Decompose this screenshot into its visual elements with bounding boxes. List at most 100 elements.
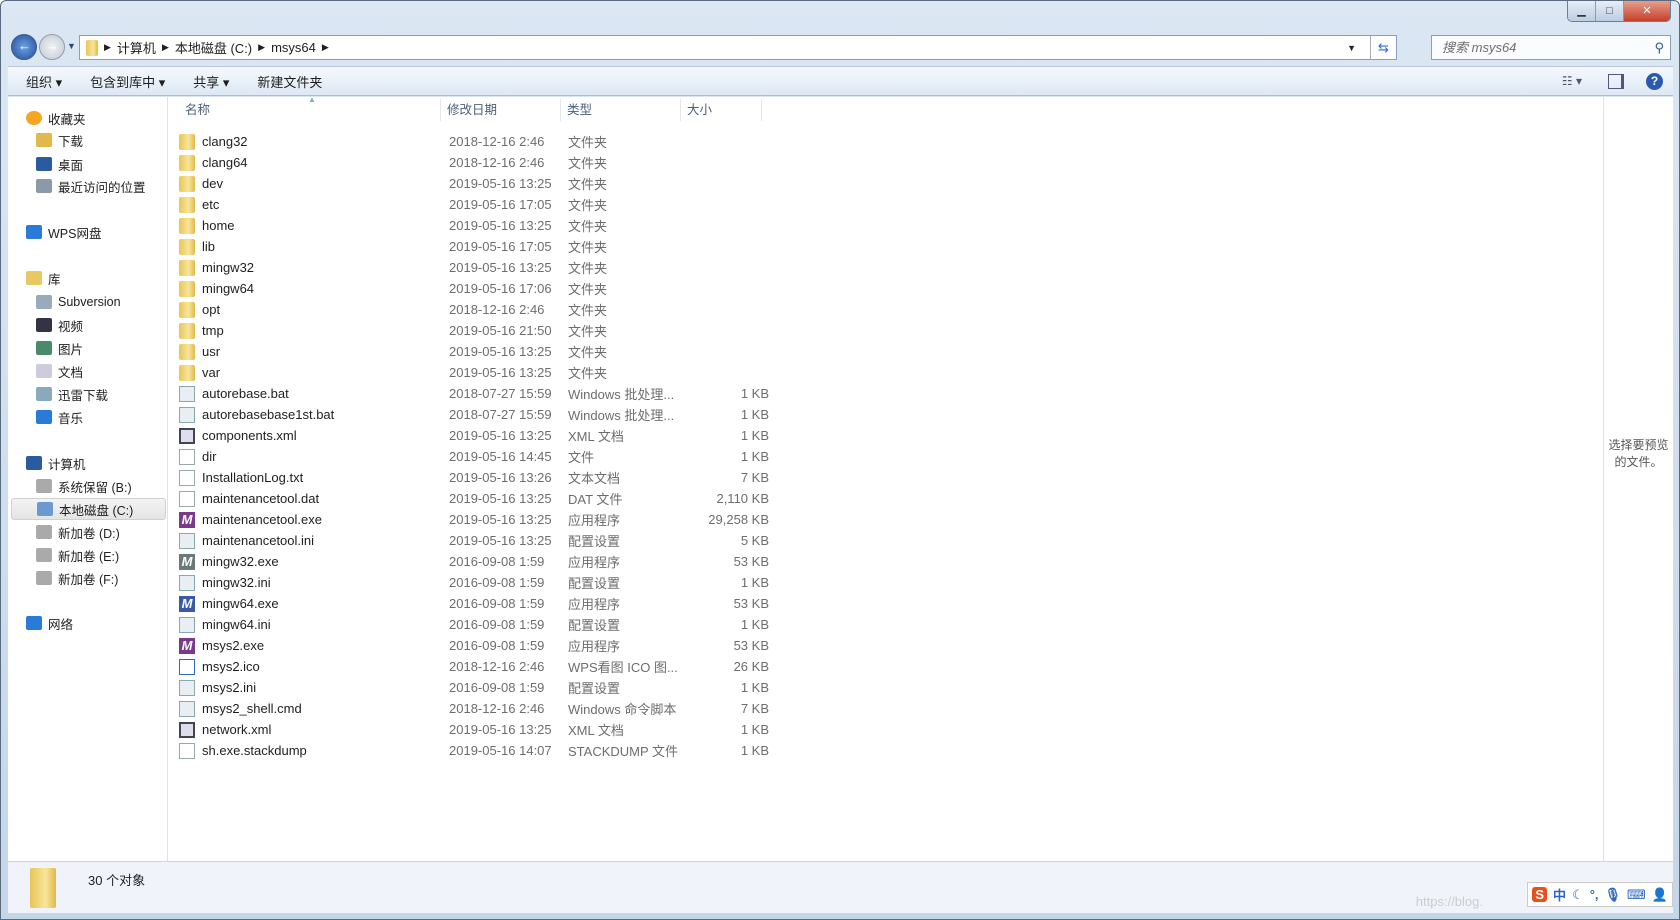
address-bar[interactable]: ▶ 计算机 ▶ 本地磁盘 (C:) ▶ msys64 ▶ ▼ ⇆ [79, 35, 1397, 60]
sidebar-item[interactable]: 新加卷 (E:) [36, 544, 119, 566]
file-row[interactable]: Mmsys2.exe 2016-09-08 1:59 应用程序 53 KB [179, 635, 769, 656]
punctuation-icon[interactable]: °, [1590, 887, 1599, 902]
file-row[interactable]: mingw32 2019-05-16 13:25 文件夹 [179, 257, 769, 278]
include-in-library-button[interactable]: 包含到库中 ▾ [90, 72, 165, 91]
file-row[interactable]: var 2019-05-16 13:25 文件夹 [179, 362, 769, 383]
back-button[interactable]: ← [11, 34, 37, 60]
file-row[interactable]: network.xml 2019-05-16 13:25 XML 文档 1 KB [179, 719, 769, 740]
file-row[interactable]: maintenancetool.ini 2019-05-16 13:25 配置设置 5… [179, 530, 769, 551]
sidebar-item[interactable]: 新加卷 (D:) [36, 521, 120, 543]
file-row[interactable]: components.xml 2019-05-16 13:25 XML 文档 1 KB [179, 425, 769, 446]
file-row[interactable]: home 2019-05-16 13:25 文件夹 [179, 215, 769, 236]
text-file-icon [179, 469, 195, 486]
file-row[interactable]: usr 2019-05-16 13:25 文件夹 [179, 341, 769, 362]
column-header-type[interactable]: 类型 [561, 99, 681, 121]
breadcrumb-drive-c[interactable]: 本地磁盘 (C:) [175, 38, 252, 57]
sidebar-item[interactable]: 本地磁盘 (C:) [11, 498, 166, 520]
share-button[interactable]: 共享 ▾ [193, 72, 229, 91]
breadcrumb-computer[interactable]: 计算机 [117, 38, 156, 57]
file-row[interactable]: Mmingw32.exe 2016-09-08 1:59 应用程序 53 KB [179, 551, 769, 572]
minimize-button[interactable]: ▁ [1568, 1, 1596, 21]
breadcrumb-msys64[interactable]: msys64 [271, 40, 316, 55]
sidebar-item[interactable]: 文档 [36, 360, 83, 382]
file-row[interactable]: maintenancetool.dat 2019-05-16 13:25 DAT 文… [179, 488, 769, 509]
file-size: 1 KB [740, 680, 769, 695]
sidebar-item[interactable]: 最近访问的位置 [36, 175, 146, 197]
file-type: 配置设置 [568, 681, 621, 696]
file-row[interactable]: dir 2019-05-16 14:45 文件 1 KB [179, 446, 769, 467]
sidebar-item[interactable]: 系统保留 (B:) [36, 475, 132, 497]
refresh-icon[interactable]: ⇆ [1370, 36, 1396, 59]
sidebar-item[interactable]: 视频 [36, 314, 83, 336]
file-name: autorebase.bat [202, 386, 289, 401]
sogou-logo-icon: S [1532, 887, 1548, 902]
file-row[interactable]: clang32 2018-12-16 2:46 文件夹 [179, 131, 769, 152]
file-row[interactable]: Mmingw64.exe 2016-09-08 1:59 应用程序 53 KB [179, 593, 769, 614]
file-row[interactable]: autorebasebase1st.bat 2018-07-27 15:59 Win… [179, 404, 769, 425]
sidebar-item[interactable]: WPS网盘 [26, 221, 101, 243]
column-header-size[interactable]: 大小 [681, 99, 762, 121]
chevron-right-icon: ▶ [104, 42, 111, 52]
pictures-icon [36, 341, 52, 355]
file-row[interactable]: clang64 2018-12-16 2:46 文件夹 [179, 152, 769, 173]
keyboard-icon[interactable]: ⌨ [1627, 887, 1646, 903]
file-date: 2016-09-08 1:59 [449, 554, 545, 569]
view-options-icon[interactable]: ☷ ▾ [1562, 74, 1582, 88]
file-row[interactable]: InstallationLog.txt 2019-05-16 13:26 文本文档 7… [179, 467, 769, 488]
file-row[interactable]: msys2.ini 2016-09-08 1:59 配置设置 1 KB [179, 677, 769, 698]
new-folder-button[interactable]: 新建文件夹 [257, 72, 322, 91]
sidebar-item-label: 网络 [48, 617, 74, 632]
file-row[interactable]: etc 2019-05-16 17:05 文件夹 [179, 194, 769, 215]
library-doc-icon [36, 387, 52, 401]
sidebar-item[interactable]: 迅雷下载 [36, 383, 108, 405]
maximize-button[interactable]: □ [1596, 1, 1624, 21]
address-dropdown-icon[interactable]: ▼ [1347, 43, 1356, 53]
sidebar-item[interactable]: Subversion [36, 291, 121, 313]
sidebar-item[interactable]: 新加卷 (F:) [36, 567, 118, 589]
column-header-date[interactable]: 修改日期 [441, 99, 561, 121]
sidebar-item[interactable]: 下载 [36, 129, 83, 151]
organize-button[interactable]: 组织 ▾ [26, 72, 62, 91]
file-row[interactable]: msys2_shell.cmd 2018-12-16 2:46 Windows 命令… [179, 698, 769, 719]
file-row[interactable]: mingw32.ini 2016-09-08 1:59 配置设置 1 KB [179, 572, 769, 593]
sidebar-item[interactable]: 计算机 [26, 452, 86, 474]
close-button[interactable]: ✕ [1624, 1, 1670, 21]
file-type: 文件夹 [568, 240, 608, 255]
preview-pane-icon[interactable] [1608, 73, 1624, 89]
forward-button[interactable]: → [39, 34, 65, 60]
ime-language[interactable]: 中 [1553, 885, 1566, 904]
sidebar-item-label: 最近访问的位置 [58, 180, 146, 195]
sidebar-item[interactable]: 音乐 [36, 406, 83, 428]
sidebar-item[interactable]: 库 [26, 267, 61, 289]
file-row[interactable]: mingw64 2019-05-16 17:06 文件夹 [179, 278, 769, 299]
file-size: 1 KB [740, 407, 769, 422]
recent-pages-dropdown[interactable]: ▼ [67, 41, 76, 51]
search-input[interactable]: 搜索 msys64 ⚲ [1431, 35, 1671, 60]
file-date: 2019-05-16 13:25 [449, 722, 552, 737]
microphone-icon[interactable]: 🎙 [1605, 887, 1622, 903]
sidebar-item[interactable]: 收藏夹 [26, 107, 86, 129]
help-icon[interactable]: ? [1646, 72, 1663, 90]
file-row[interactable]: autorebase.bat 2018-07-27 15:59 Windows 批处… [179, 383, 769, 404]
sidebar-item[interactable]: 图片 [36, 337, 83, 359]
file-date: 2018-12-16 2:46 [449, 155, 545, 170]
msys-exe-icon: M [179, 637, 195, 654]
ini-file-icon [179, 574, 195, 591]
drive-icon [36, 479, 52, 493]
file-row[interactable]: Mmaintenancetool.exe 2019-05-16 13:25 应用程序… [179, 509, 769, 530]
user-icon[interactable]: 👤 [1652, 887, 1668, 903]
moon-icon[interactable]: ☾ [1572, 887, 1584, 903]
search-icon[interactable]: ⚲ [1654, 36, 1664, 59]
sidebar-item[interactable]: 网络 [26, 612, 73, 634]
file-row[interactable]: msys2.ico 2018-12-16 2:46 WPS看图 ICO 图... 26… [179, 656, 769, 677]
file-row[interactable]: mingw64.ini 2016-09-08 1:59 配置设置 1 KB [179, 614, 769, 635]
file-row[interactable]: sh.exe.stackdump 2019-05-16 14:07 STACKDUM… [179, 740, 769, 761]
file-row[interactable]: lib 2019-05-16 17:05 文件夹 [179, 236, 769, 257]
file-row[interactable]: tmp 2019-05-16 21:50 文件夹 [179, 320, 769, 341]
file-type: 文件夹 [568, 261, 608, 276]
file-row[interactable]: opt 2018-12-16 2:46 文件夹 [179, 299, 769, 320]
file-row[interactable]: dev 2019-05-16 13:25 文件夹 [179, 173, 769, 194]
column-header-name[interactable]: 名称 [179, 99, 441, 121]
sidebar-item[interactable]: 桌面 [36, 153, 83, 175]
ime-toolbar[interactable]: S 中 ☾ °, 🎙 ⌨ 👤 [1527, 882, 1673, 907]
